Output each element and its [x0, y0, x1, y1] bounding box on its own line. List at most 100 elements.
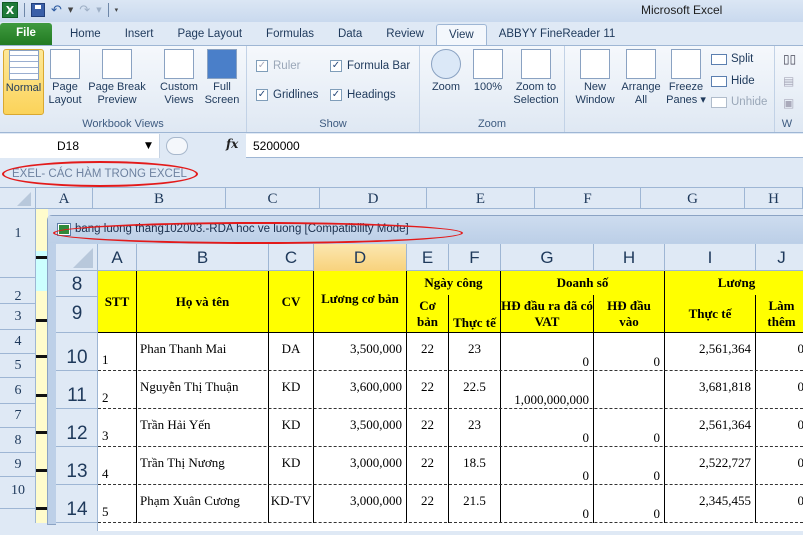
page-layout-view-button[interactable]: Page Layout	[47, 49, 83, 107]
cell-workdays-actual[interactable]: 22.5	[449, 371, 501, 409]
cell-workdays-actual[interactable]: 21.5	[449, 485, 501, 523]
header-workdays-actual[interactable]: Thực tế	[449, 295, 501, 333]
arrange-all-button[interactable]: Arrange All	[619, 49, 663, 107]
tab-formulas[interactable]: Formulas	[254, 24, 326, 45]
cell-workdays-actual[interactable]: 23	[449, 333, 501, 371]
cell-salary-overtime[interactable]: 0	[756, 409, 803, 447]
cell-base-salary[interactable]: 3,500,000	[314, 333, 407, 371]
tab-review[interactable]: Review	[374, 24, 436, 45]
cell-stt[interactable]: 1	[98, 333, 137, 371]
cell-cv[interactable]: KD	[269, 371, 314, 409]
header-workdays[interactable]: Ngày công	[407, 271, 501, 295]
new-window-button[interactable]: New Window	[573, 49, 617, 107]
undo-dropdown-icon[interactable]: ▼	[68, 6, 73, 14]
cell-sales-in[interactable]	[594, 371, 665, 409]
hide-button[interactable]: Hide	[711, 75, 755, 87]
column-header[interactable]: G	[501, 244, 594, 271]
cell-name[interactable]: Phạm Xuân Cương	[137, 485, 269, 523]
cell-sales-out[interactable]: 0	[501, 485, 594, 523]
cell-sales-in[interactable]: 0	[594, 447, 665, 485]
name-box-dropdown-icon[interactable]: ▼	[145, 134, 152, 158]
cell-name[interactable]: Phan Thanh Mai	[137, 333, 269, 371]
column-header[interactable]: A	[36, 188, 93, 209]
formula-input[interactable]: 5200000	[253, 134, 300, 158]
header-cv[interactable]: CV	[269, 271, 314, 333]
header-workdays-base[interactable]: Cơ bản	[407, 295, 449, 333]
header-salary-overtime[interactable]: Làm thêm	[756, 295, 803, 333]
column-header[interactable]: D	[320, 188, 427, 209]
cell-sales-out[interactable]: 0	[501, 409, 594, 447]
header-base-salary[interactable]: Lương cơ bản	[314, 271, 407, 333]
row-header[interactable]: 10	[0, 477, 36, 509]
formula-bar-checkbox[interactable]: ✓ Formula Bar	[330, 60, 410, 72]
column-header[interactable]: E	[407, 244, 449, 271]
column-header[interactable]: B	[137, 244, 269, 271]
row-header[interactable]: 4	[0, 330, 36, 354]
reset-position-icon[interactable]: ▣	[783, 96, 794, 110]
cell-cv[interactable]: DA	[269, 333, 314, 371]
select-all-button[interactable]	[0, 188, 36, 209]
full-screen-button[interactable]: Full Screen	[203, 49, 241, 107]
cell-name[interactable]: Trần Thị Nương	[137, 447, 269, 485]
cell-stt[interactable]: 5	[98, 485, 137, 523]
column-header[interactable]: A	[98, 244, 137, 271]
row-header[interactable]: 12	[56, 409, 98, 447]
name-box[interactable]: D18	[0, 134, 160, 158]
cell-sales-in[interactable]: 0	[594, 409, 665, 447]
cell-cv[interactable]: KD	[269, 447, 314, 485]
cell-sales-out[interactable]: 1,000,000,000	[501, 371, 594, 409]
tab-home[interactable]: Home	[58, 24, 113, 45]
column-header[interactable]: E	[427, 188, 535, 209]
zoom-to-selection-button[interactable]: Zoom to Selection	[510, 49, 562, 107]
cell-salary-actual[interactable]: 2,345,455	[665, 485, 756, 523]
cell-stt[interactable]: 4	[98, 447, 137, 485]
row-header[interactable]: 1	[0, 209, 36, 278]
column-header[interactable]: H	[745, 188, 803, 209]
headings-checkbox[interactable]: ✓ Headings	[330, 89, 396, 101]
excel-icon[interactable]: X	[2, 2, 18, 18]
cell-workdays-base[interactable]: 22	[407, 485, 449, 523]
header-name[interactable]: Họ và tên	[137, 271, 269, 333]
cell-workdays-base[interactable]: 22	[407, 409, 449, 447]
unhide-button[interactable]: Unhide	[711, 96, 767, 108]
row-header[interactable]: 3	[0, 304, 36, 330]
cell-name[interactable]: Trần Hải Yến	[137, 409, 269, 447]
column-header[interactable]: I	[665, 244, 756, 271]
redo-icon[interactable]: ↷	[79, 3, 90, 18]
cell-sales-in[interactable]: 0	[594, 485, 665, 523]
column-header[interactable]: B	[93, 188, 226, 209]
cell-salary-overtime[interactable]: 0	[756, 485, 803, 523]
cell-salary-overtime[interactable]: 0	[756, 333, 803, 371]
cell-salary-actual[interactable]: 2,561,364	[665, 333, 756, 371]
cell-salary-overtime[interactable]: 0	[756, 447, 803, 485]
zoom-100-button[interactable]: 100%	[470, 49, 506, 94]
cell-base-salary[interactable]: 3,600,000	[314, 371, 407, 409]
cell-cv[interactable]: KD	[269, 409, 314, 447]
expand-handle-icon[interactable]	[166, 137, 188, 155]
tab-page-layout[interactable]: Page Layout	[165, 24, 254, 45]
cell-stt[interactable]: 3	[98, 409, 137, 447]
sync-scroll-icon[interactable]: ▤	[783, 74, 794, 88]
header-sales[interactable]: Doanh số	[501, 271, 665, 295]
row-header[interactable]: 11	[56, 371, 98, 409]
cell-cv[interactable]: KD-TV	[269, 485, 314, 523]
row-header[interactable]: 14	[56, 485, 98, 523]
row-header[interactable]: 6	[0, 378, 36, 404]
select-all-button[interactable]	[56, 244, 98, 271]
customize-qat-icon[interactable]: ▾	[115, 6, 119, 14]
zoom-button[interactable]: Zoom	[428, 49, 464, 94]
cell-sales-in[interactable]: 0	[594, 333, 665, 371]
split-button[interactable]: Split	[711, 53, 753, 65]
page-break-preview-button[interactable]: Page Break Preview	[86, 49, 148, 107]
row-header[interactable]: 7	[0, 404, 36, 428]
tab-view[interactable]: View	[436, 24, 487, 45]
cell-salary-overtime[interactable]: 0	[756, 371, 803, 409]
row-header[interactable]: 8	[0, 428, 36, 453]
tab-abbyy[interactable]: ABBYY FineReader 11	[487, 24, 628, 45]
cell-salary-actual[interactable]: 2,561,364	[665, 409, 756, 447]
cell-base-salary[interactable]: 3,000,000	[314, 447, 407, 485]
column-header[interactable]: H	[594, 244, 665, 271]
cell-sales-out[interactable]: 0	[501, 447, 594, 485]
gridlines-checkbox[interactable]: ✓ Gridlines	[256, 89, 318, 101]
ruler-checkbox[interactable]: ✓ Ruler	[256, 60, 300, 72]
